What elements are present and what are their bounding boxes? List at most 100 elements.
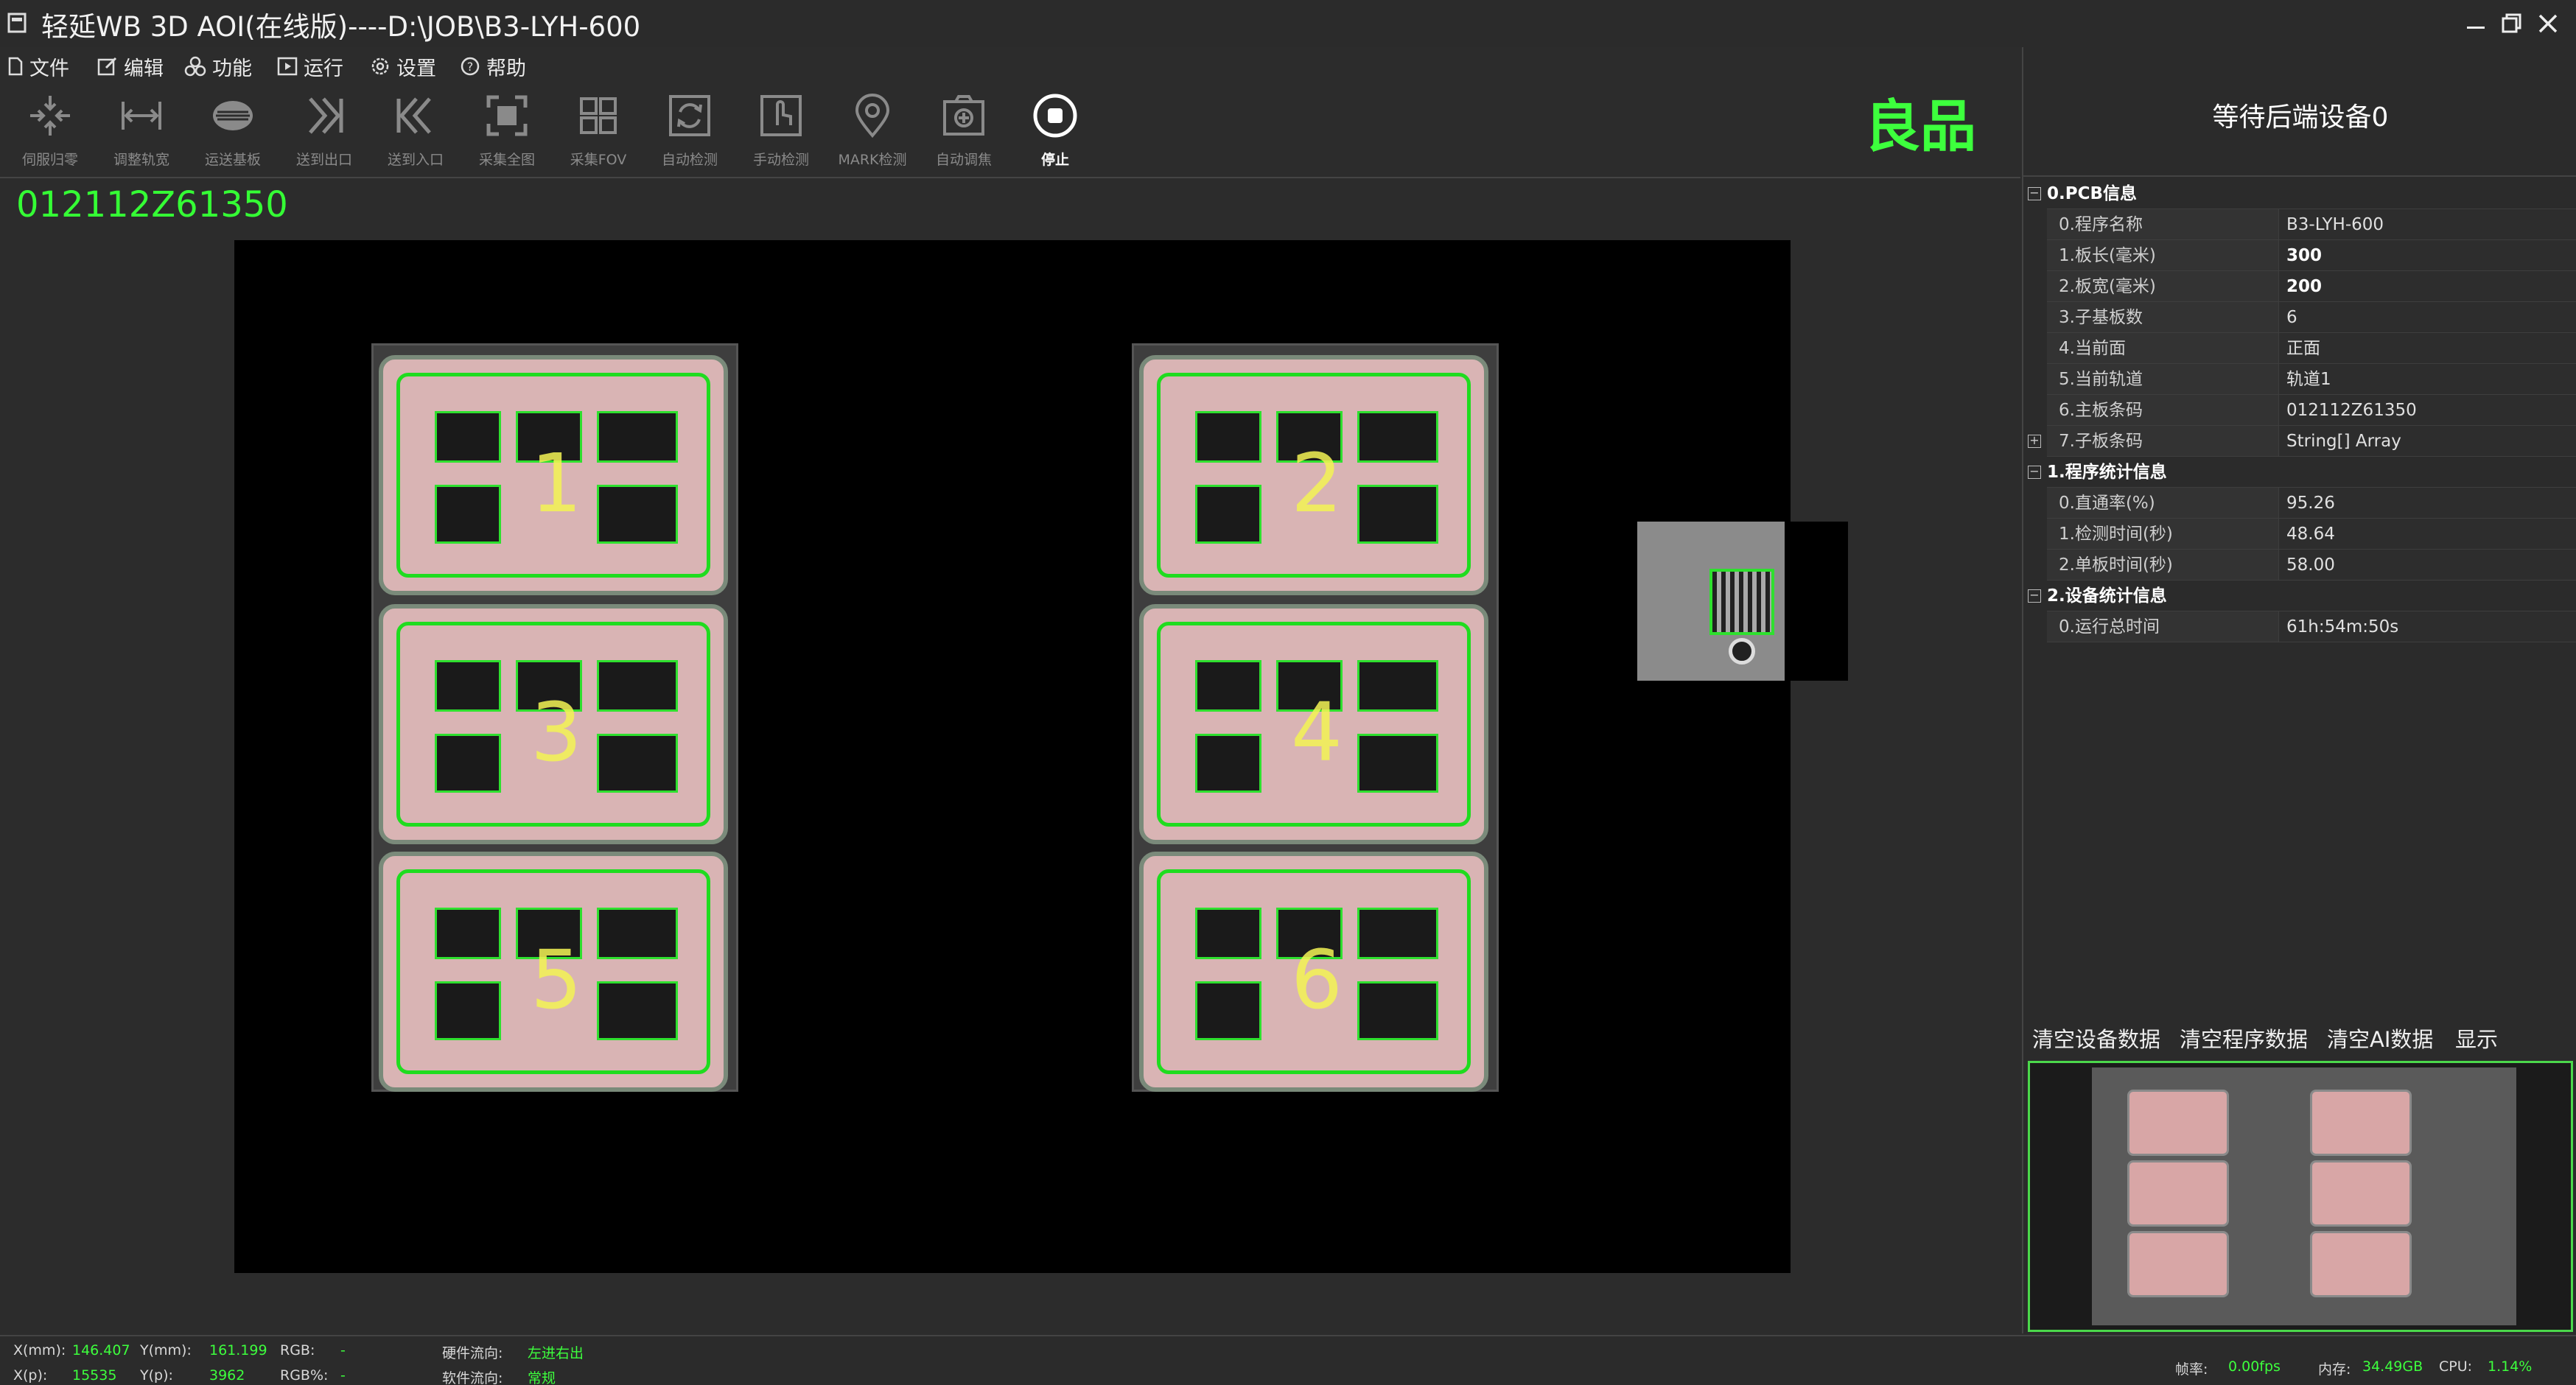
property-row[interactable]: 5.当前轨道 轨道1 [2023, 364, 2576, 395]
property-row[interactable]: 2.板宽(毫米) 200 [2023, 271, 2576, 302]
tool-manual-inspect[interactable]: 手动检测 [735, 90, 827, 172]
subboard-3[interactable]: 3 [379, 604, 728, 844]
x-mm-value: 146.407 [72, 1342, 130, 1358]
auto-focus-icon [943, 95, 984, 136]
display-button[interactable]: 显示 [2455, 1023, 2498, 1053]
function-icon [184, 56, 206, 77]
tool-capture-full[interactable]: 采集全图 [461, 90, 553, 172]
menu-function[interactable]: 功能 [184, 53, 252, 80]
rgb-value: - [340, 1342, 346, 1358]
manual-inspect-icon [760, 95, 802, 136]
board-image-canvas[interactable]: 1 3 5 2 4 6 [234, 240, 1791, 1273]
tool-adjust-rail[interactable]: 调整轨宽 [96, 90, 187, 172]
component [1195, 485, 1261, 544]
property-value: 轨道1 [2278, 364, 2576, 395]
clear-ai-data-button[interactable]: 清空AI数据 [2327, 1023, 2433, 1053]
tool-send-exit[interactable]: 送到出口 [279, 90, 370, 172]
tool-mark-inspect[interactable]: MARK检测 [827, 90, 918, 172]
group-title: 1.程序统计信息 [2047, 457, 2576, 488]
menu-run[interactable]: 运行 [277, 53, 343, 80]
cpu-value: 1.14% [2488, 1358, 2533, 1375]
device-status-text: 等待后端设备0 [2212, 102, 2389, 133]
tool-transport-board[interactable]: 运送基板 [187, 90, 279, 172]
property-row[interactable]: 0.运行总时间 61h:54m:50s [2023, 611, 2576, 642]
x-p-value: 15535 [72, 1367, 117, 1384]
cpu-label: CPU: [2439, 1358, 2473, 1375]
clear-device-data-button[interactable]: 清空设备数据 [2032, 1023, 2160, 1053]
fps-value: 0.00fps [2228, 1358, 2281, 1375]
tool-auto-focus[interactable]: 自动调焦 [918, 90, 1009, 172]
subboard-1[interactable]: 1 [379, 355, 728, 595]
y-p-label: Y(p): [140, 1367, 173, 1384]
tool-adjust-rail-label: 调整轨宽 [113, 152, 169, 168]
help-icon: ? [461, 57, 480, 76]
thumbnail-subboard [2127, 1231, 2229, 1297]
panel-button-bar: 清空设备数据 清空程序数据 清空AI数据 显示 [2023, 1017, 2576, 1055]
svg-text:?: ? [467, 60, 474, 74]
subboard-5[interactable]: 5 [379, 852, 728, 1092]
app-icon [7, 13, 27, 33]
x-p-label: X(p): [13, 1367, 48, 1384]
tool-send-entrance[interactable]: 送到入口 [370, 90, 461, 172]
property-row[interactable]: 1.板长(毫米) 300 [2023, 240, 2576, 271]
property-row[interactable]: 1.检测时间(秒) 48.64 [2023, 519, 2576, 550]
property-row[interactable]: 4.当前面 正面 [2023, 333, 2576, 364]
sw-direction-value: 常规 [528, 1370, 556, 1385]
tool-stop[interactable]: 停止 [1009, 90, 1101, 172]
tool-mark-inspect-label: MARK检测 [838, 152, 907, 168]
menu-function-label: 功能 [212, 57, 252, 80]
menu-edit-label: 编辑 [124, 57, 164, 80]
expand-icon[interactable]: + [2028, 435, 2041, 448]
board-thumbnail[interactable] [2028, 1061, 2573, 1332]
collapse-icon[interactable]: − [2028, 187, 2041, 200]
close-icon[interactable] [2532, 7, 2564, 40]
hw-direction-value: 左进右出 [528, 1345, 584, 1361]
minimize-icon[interactable] [2460, 7, 2492, 40]
component [597, 485, 678, 544]
restore-icon[interactable] [2495, 7, 2527, 40]
property-value: 61h:54m:50s [2278, 611, 2576, 642]
menu-settings[interactable]: 设置 [370, 53, 436, 80]
menu-bar: 文件 编辑 功能 运行 设置 ? 帮助 [0, 47, 2019, 85]
property-row[interactable]: + 7.子板条码 String[] Array [2023, 426, 2576, 457]
clear-program-data-button[interactable]: 清空程序数据 [2180, 1023, 2308, 1053]
property-key: 3.子基板数 [2047, 302, 2278, 333]
collapse-icon[interactable]: − [2028, 589, 2041, 603]
component [597, 908, 678, 959]
group-program-stats[interactable]: − 1.程序统计信息 [2023, 457, 2576, 488]
collapse-icon[interactable]: − [2028, 466, 2041, 479]
menu-file[interactable]: 文件 [7, 53, 69, 80]
tool-send-exit-label: 送到出口 [295, 152, 352, 168]
subboard-2[interactable]: 2 [1139, 355, 1488, 595]
property-row[interactable]: 0.程序名称 B3-LYH-600 [2023, 209, 2576, 240]
property-row[interactable]: 2.单板时间(秒) 58.00 [2023, 550, 2576, 581]
property-key: 0.直通率(%) [2047, 488, 2278, 519]
mark-fov-image[interactable] [1637, 522, 1848, 681]
adjust-rail-width-icon [122, 102, 161, 130]
component [1357, 908, 1438, 959]
tool-auto-inspect[interactable]: 自动检测 [644, 90, 735, 172]
property-row[interactable]: 0.直通率(%) 95.26 [2023, 488, 2576, 519]
tool-transport-board-label: 运送基板 [204, 152, 261, 168]
x-mm-label: X(mm): [13, 1342, 66, 1358]
y-mm-value: 161.199 [209, 1342, 267, 1358]
tool-servo-home[interactable]: 伺服归零 [4, 90, 96, 172]
menu-settings-label: 设置 [396, 57, 436, 80]
component [1195, 660, 1261, 712]
group-pcb-info[interactable]: − 0.PCB信息 [2023, 178, 2576, 209]
menu-file-label: 文件 [29, 57, 69, 80]
send-to-exit-icon [309, 97, 343, 134]
y-mm-label: Y(mm): [140, 1342, 192, 1358]
subboard-4[interactable]: 4 [1139, 604, 1488, 844]
tool-capture-fov[interactable]: 采集FOV [553, 90, 644, 172]
capture-fov-icon [580, 97, 617, 134]
group-device-stats[interactable]: − 2.设备统计信息 [2023, 581, 2576, 611]
property-row[interactable]: 6.主板条码 012112Z61350 [2023, 395, 2576, 426]
property-row[interactable]: 3.子基板数 6 [2023, 302, 2576, 333]
menu-help[interactable]: ? 帮助 [460, 53, 526, 80]
subboard-number: 4 [1291, 685, 1343, 779]
menu-edit[interactable]: 编辑 [97, 53, 164, 80]
component [1357, 485, 1438, 544]
property-key: 1.检测时间(秒) [2047, 519, 2278, 550]
subboard-6[interactable]: 6 [1139, 852, 1488, 1092]
